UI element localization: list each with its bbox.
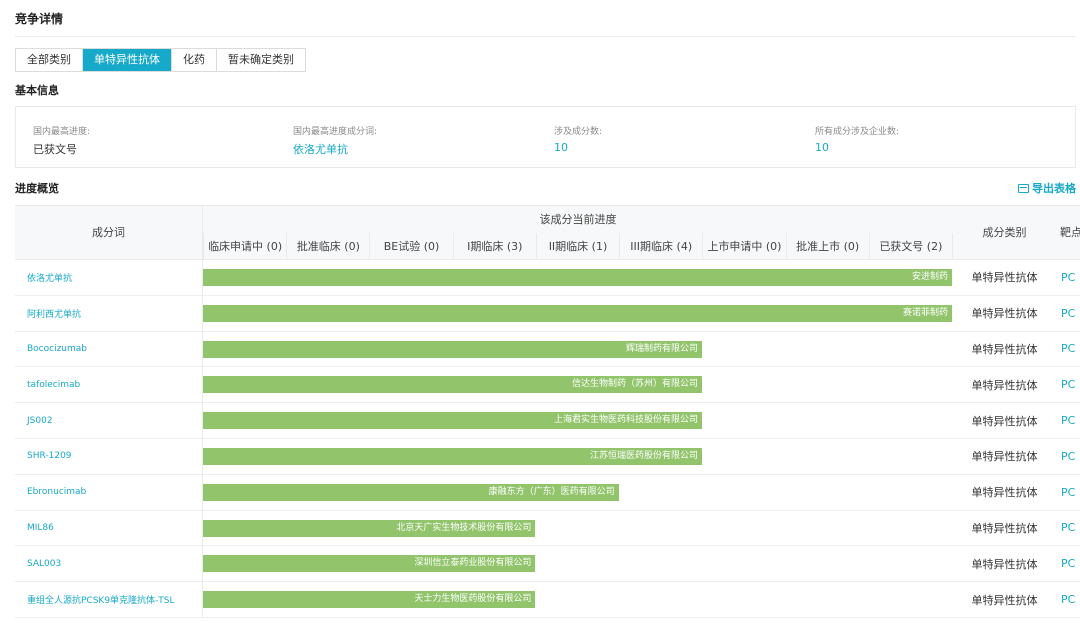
- progress-table: 成分词 该成分当前进度 临床申请中 (0) 批准临床 (0) BE试验 (0) I期临…: [15, 205, 1080, 625]
- table-row: SAL003 深圳信立泰药业股份有限公司 单特异性抗体 PC: [15, 546, 1080, 583]
- progress-overview-title: 进度概览: [15, 182, 59, 195]
- stage-header: 批准上市 (0): [787, 233, 870, 260]
- category-cell: 单特异性抗体: [971, 593, 1038, 607]
- basic-info-title: 基本信息: [15, 84, 59, 97]
- company-count-link[interactable]: 10: [815, 141, 899, 154]
- info-highest-stage-ingredient: 国内最高进度成分词: 依洛尤单抗: [293, 124, 377, 157]
- ingredient-name-link[interactable]: 阿利西尤单抗: [15, 295, 203, 331]
- info-label: 涉及成分数:: [554, 127, 603, 137]
- ingredient-name-link[interactable]: SHR-1209: [15, 438, 203, 474]
- info-label: 国内最高进度成分词:: [293, 127, 378, 137]
- header-target: 靶点: [1060, 226, 1080, 239]
- info-company-count: 所有成分涉及企业数: 10: [815, 124, 899, 154]
- stage-header: 上市申请中 (0): [703, 233, 787, 260]
- ingredient-name-link[interactable]: MIL86: [15, 510, 203, 546]
- table-row: 重组全人源抗PCSK9单克隆抗体-TSL 天士力生物医药股份有限公司 单特异性抗体 P…: [15, 582, 1080, 618]
- category-cell: 单特异性抗体: [971, 521, 1038, 535]
- target-link[interactable]: PC: [1061, 582, 1075, 617]
- category-cell: 单特异性抗体: [971, 307, 1038, 321]
- tab-monospecific-antibody[interactable]: 单特异性抗体: [83, 49, 172, 71]
- header-current-progress: 该成分当前进度: [539, 213, 617, 226]
- progress-bar[interactable]: 康融东方（广东）医药有限公司: [203, 483, 619, 501]
- target-link[interactable]: PC: [1061, 439, 1075, 474]
- export-icon: [1018, 183, 1029, 193]
- stage-header: II期临床 (1): [537, 233, 621, 260]
- table-row: tafolecimab 信达生物制药（苏州）有限公司 单特异性抗体 PC: [15, 367, 1080, 404]
- export-table-button[interactable]: 导出表格: [1018, 180, 1076, 196]
- tab-all-categories[interactable]: 全部类别: [16, 49, 83, 71]
- progress-bar[interactable]: 天士力生物医药股份有限公司: [203, 591, 536, 609]
- progress-bar[interactable]: 北京天广实生物技术股份有限公司: [203, 519, 536, 537]
- stage-header: 批准临床 (0): [287, 233, 371, 260]
- target-link[interactable]: PC: [1061, 332, 1075, 367]
- table-row: JS002 上海君实生物医药科技股份有限公司 单特异性抗体 PC: [15, 403, 1080, 439]
- ingredient-count-link[interactable]: 10: [554, 141, 602, 154]
- progress-bar[interactable]: 信达生物制药（苏州）有限公司: [203, 376, 702, 394]
- target-link[interactable]: PC: [1061, 546, 1075, 581]
- target-link[interactable]: PC: [1061, 296, 1075, 331]
- category-cell: 单特异性抗体: [971, 378, 1038, 392]
- stage-header: I期临床 (3): [454, 233, 537, 260]
- category-tabs: 全部类别 单特异性抗体 化药 暂未确定类别: [15, 48, 306, 72]
- basic-info-panel: 国内最高进度: 已获文号 国内最高进度成分词: 依洛尤单抗 涉及成分数: 10 …: [15, 106, 1076, 168]
- ingredient-name-link[interactable]: JS002: [15, 403, 203, 438]
- table-header: 成分词 该成分当前进度 临床申请中 (0) 批准临床 (0) BE试验 (0) I期临…: [15, 205, 1080, 260]
- table-row: MIL86 北京天广实生物技术股份有限公司 单特异性抗体 PC: [15, 510, 1080, 547]
- table-body: 依洛尤单抗 安进制药 单特异性抗体 PC 阿利西尤单抗 赛诺菲制药 单特异性抗体 PC Boco…: [15, 260, 1080, 618]
- tab-undetermined[interactable]: 暂未确定类别: [217, 49, 305, 71]
- progress-bar[interactable]: 赛诺菲制药: [203, 304, 952, 322]
- info-ingredient-count: 涉及成分数: 10: [554, 124, 602, 154]
- category-cell: 单特异性抗体: [971, 557, 1038, 571]
- tab-chemical-drug[interactable]: 化药: [172, 49, 217, 71]
- progress-bar[interactable]: 江苏恒瑞医药股份有限公司: [203, 447, 702, 465]
- export-label: 导出表格: [1032, 182, 1076, 195]
- table-row: SHR-1209 江苏恒瑞医药股份有限公司 单特异性抗体 PC: [15, 438, 1080, 475]
- ingredient-name-link[interactable]: tafolecimab: [15, 367, 203, 403]
- info-value: 已获文号: [33, 143, 77, 156]
- stage-header: III期临床 (4): [620, 233, 704, 260]
- progress-bar[interactable]: 安进制药: [203, 269, 952, 286]
- info-label: 国内最高进度:: [33, 127, 91, 137]
- header-ingredient: 成分词: [15, 206, 203, 260]
- table-row: 依洛尤单抗 安进制药 单特异性抗体 PC: [15, 260, 1080, 296]
- progress-bar[interactable]: 上海君实生物医药科技股份有限公司: [203, 412, 702, 430]
- category-cell: 单特异性抗体: [971, 271, 1038, 285]
- target-link[interactable]: PC: [1061, 260, 1075, 295]
- category-cell: 单特异性抗体: [971, 414, 1038, 428]
- target-link[interactable]: PC: [1061, 475, 1075, 510]
- stage-header: 临床申请中 (0): [203, 233, 288, 260]
- category-cell: 单特异性抗体: [971, 450, 1038, 464]
- page-title: 竞争详情: [15, 12, 64, 26]
- table-row: Bococizumab 辉瑞制药有限公司 单特异性抗体 PC: [15, 331, 1080, 368]
- table-row: Ebronucimab 康融东方（广东）医药有限公司 单特异性抗体 PC: [15, 474, 1080, 511]
- target-link[interactable]: PC: [1061, 403, 1075, 438]
- category-cell: 单特异性抗体: [971, 342, 1038, 356]
- category-cell: 单特异性抗体: [971, 486, 1038, 500]
- ingredient-link[interactable]: 依洛尤单抗: [293, 141, 377, 157]
- info-highest-stage: 国内最高进度: 已获文号: [33, 124, 90, 157]
- header-category: 成分类别: [982, 226, 1027, 239]
- ingredient-name-link[interactable]: Ebronucimab: [15, 474, 203, 510]
- ingredient-name-link[interactable]: 重组全人源抗PCSK9单克隆抗体-TSL: [15, 582, 203, 617]
- stage-header: BE试验 (0): [370, 233, 454, 260]
- title-divider: [15, 36, 1076, 37]
- stage-header: 已获文号 (2): [870, 233, 953, 260]
- stage-headers: 临床申请中 (0) 批准临床 (0) BE试验 (0) I期临床 (3) II期临床 (…: [203, 233, 953, 260]
- info-label: 所有成分涉及企业数:: [815, 127, 900, 137]
- progress-bar[interactable]: 深圳信立泰药业股份有限公司: [203, 555, 536, 573]
- target-link[interactable]: PC: [1061, 511, 1075, 546]
- ingredient-name-link[interactable]: SAL003: [15, 546, 203, 582]
- ingredient-name-link[interactable]: Bococizumab: [15, 331, 203, 367]
- target-link[interactable]: PC: [1061, 367, 1075, 402]
- table-row: 阿利西尤单抗 赛诺菲制药 单特异性抗体 PC: [15, 295, 1080, 332]
- progress-bar[interactable]: 辉瑞制药有限公司: [203, 340, 702, 358]
- ingredient-name-link[interactable]: 依洛尤单抗: [15, 260, 203, 295]
